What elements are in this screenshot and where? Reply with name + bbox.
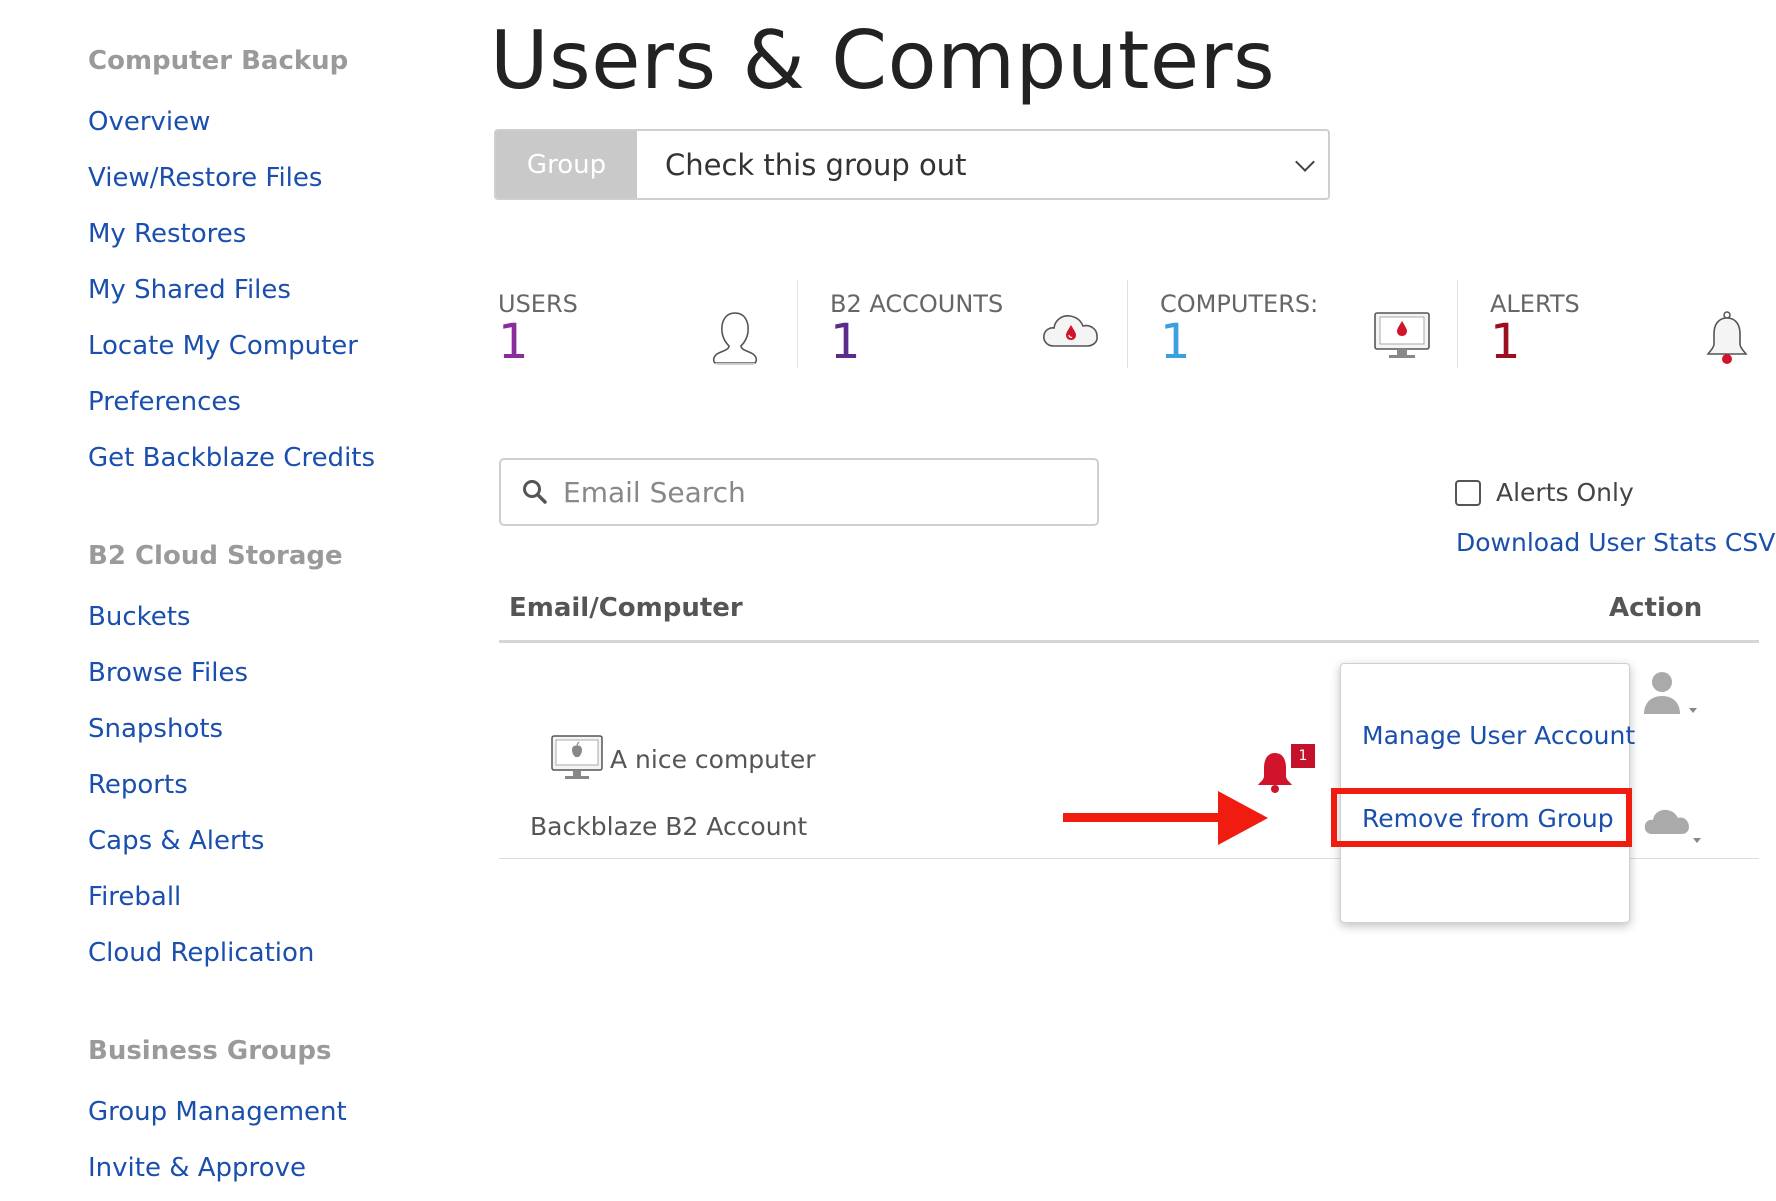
mac-computer-icon bbox=[551, 735, 603, 779]
table-header-email-computer[interactable]: Email/Computer bbox=[509, 593, 743, 623]
stat-computers-value: 1 bbox=[1160, 314, 1191, 370]
group-select[interactable]: Group Check this group out bbox=[494, 129, 1330, 200]
stat-users: USERS 1 bbox=[494, 280, 774, 370]
download-user-stats-csv-link[interactable]: Download User Stats CSV bbox=[1456, 528, 1775, 557]
sidebar-heading-business-groups: Business Groups bbox=[88, 1036, 332, 1066]
sidebar-item-my-restores[interactable]: My Restores bbox=[88, 219, 246, 249]
sidebar-item-preferences[interactable]: Preferences bbox=[88, 387, 241, 417]
alerts-only-filter[interactable]: Alerts Only bbox=[1455, 478, 1634, 507]
sidebar-item-view-restore-files[interactable]: View/Restore Files bbox=[88, 163, 322, 193]
sidebar-item-cloud-replication[interactable]: Cloud Replication bbox=[88, 938, 314, 968]
stat-divider bbox=[797, 280, 798, 368]
email-search-box[interactable] bbox=[499, 458, 1099, 526]
table-header-action: Action bbox=[1609, 593, 1703, 623]
computer-icon bbox=[1374, 312, 1430, 358]
sidebar-item-invite-approve[interactable]: Invite & Approve bbox=[88, 1153, 306, 1183]
sidebar-item-get-backblaze-credits[interactable]: Get Backblaze Credits bbox=[88, 443, 375, 473]
alerts-only-checkbox[interactable] bbox=[1455, 479, 1481, 506]
sidebar-item-locate-my-computer[interactable]: Locate My Computer bbox=[88, 331, 358, 361]
bell-icon bbox=[1706, 311, 1748, 364]
search-icon bbox=[523, 480, 547, 504]
stat-divider bbox=[1457, 280, 1458, 368]
sidebar-item-reports[interactable]: Reports bbox=[88, 770, 188, 800]
email-search-input[interactable] bbox=[563, 475, 1063, 509]
sidebar-item-browse-files[interactable]: Browse Files bbox=[88, 658, 248, 688]
sidebar-item-my-shared-files[interactable]: My Shared Files bbox=[88, 275, 291, 305]
sidebar-item-overview[interactable]: Overview bbox=[88, 107, 210, 137]
sidebar-item-buckets[interactable]: Buckets bbox=[88, 602, 190, 632]
table-header-divider bbox=[499, 640, 1759, 643]
sidebar-heading-b2-cloud-storage: B2 Cloud Storage bbox=[88, 541, 343, 571]
computer-name[interactable]: A nice computer bbox=[610, 745, 815, 774]
user-action-icon[interactable] bbox=[1640, 670, 1704, 718]
sidebar-item-fireball[interactable]: Fireball bbox=[88, 882, 181, 912]
group-select-label: Group bbox=[496, 131, 637, 198]
sidebar-item-group-management[interactable]: Group Management bbox=[88, 1097, 347, 1127]
group-select-value-text: Check this group out bbox=[665, 147, 967, 182]
chevron-down-icon bbox=[1295, 152, 1315, 172]
b2-account-label[interactable]: Backblaze B2 Account bbox=[530, 812, 807, 841]
stat-divider bbox=[1127, 280, 1128, 368]
alerts-only-label: Alerts Only bbox=[1496, 478, 1634, 507]
stat-users-value: 1 bbox=[498, 314, 529, 370]
page-title: Users & Computers bbox=[490, 14, 1276, 107]
cloud-action-icon[interactable] bbox=[1642, 800, 1708, 846]
sidebar-item-caps-alerts[interactable]: Caps & Alerts bbox=[88, 826, 264, 856]
alert-count-badge: 1 bbox=[1291, 744, 1315, 768]
stat-alerts-value: 1 bbox=[1490, 314, 1521, 370]
stat-computers: COMPUTERS: 1 bbox=[1156, 280, 1436, 370]
alert-bell-icon[interactable] bbox=[1256, 750, 1294, 794]
user-icon bbox=[712, 312, 758, 365]
red-arrow-icon bbox=[1063, 791, 1268, 845]
cloud-icon bbox=[1043, 315, 1098, 347]
manage-user-account-menu-item[interactable]: Manage User Account bbox=[1362, 721, 1635, 750]
stat-b2-accounts: B2 ACCOUNTS 1 bbox=[826, 280, 1106, 370]
stat-alerts: ALERTS 1 bbox=[1486, 280, 1766, 370]
sidebar-heading-computer-backup: Computer Backup bbox=[88, 46, 349, 76]
group-select-value[interactable]: Check this group out bbox=[637, 131, 1328, 198]
stat-b2-accounts-value: 1 bbox=[830, 314, 861, 370]
highlight-box bbox=[1331, 788, 1632, 847]
sidebar-item-snapshots[interactable]: Snapshots bbox=[88, 714, 223, 744]
